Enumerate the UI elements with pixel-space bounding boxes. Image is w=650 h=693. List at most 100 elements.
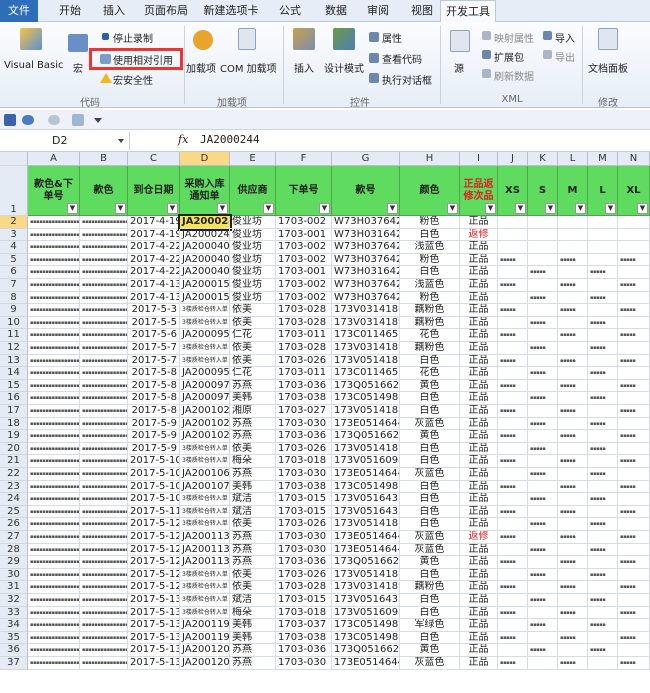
size-cell[interactable]: ▪▪▪▪▪ [528,568,558,582]
cell-i[interactable]: 正品 [460,556,498,569]
size-cell[interactable] [618,442,650,456]
expansion-button[interactable]: 扩展包 [494,49,524,64]
cell-d[interactable]: JA2000973 [180,392,230,405]
tab-6[interactable]: 数据 [318,0,354,22]
cell-a[interactable]: ▪▪▪▪▪▪▪▪▪▪▪▪▪▪▪▪▪▪ [28,531,80,544]
size-cell[interactable] [498,543,528,557]
cell-b[interactable]: ▪▪▪▪▪▪▪▪▪▪▪▪▪▪▪▪ [80,531,128,544]
size-cell[interactable] [528,556,558,569]
row-header[interactable]: 20 [0,442,28,456]
size-cell[interactable] [588,455,618,468]
size-cell[interactable]: ▪▪▪▪▪ [558,354,588,368]
select-all-corner[interactable] [0,152,28,166]
size-cell[interactable] [618,644,650,657]
worksheet-grid[interactable]: A B C D E F G H I J K L M N 1 款色&下单号 ▼ 款色 ▼ 到仓日期 ▼ 采购入库通知单 ▼ 供应… [0,152,650,693]
refresh-button[interactable]: 刷新数据 [494,68,534,83]
cell-d[interactable]: JA2000244 [178,214,232,231]
cell-b[interactable]: ▪▪▪▪▪▪▪▪▪▪▪▪▪▪▪▪ [80,379,128,393]
size-cell[interactable] [558,518,588,531]
cell-g[interactable]: 173V0516432 [332,594,400,607]
cell-i[interactable]: 返修 [460,228,498,242]
tab-9[interactable]: 开发工具 [440,0,496,23]
cell-f[interactable]: 1703-038 [276,480,332,494]
cell-e[interactable]: 斌洁 [230,493,276,506]
cell-c[interactable]: 2017-5-12 [128,568,180,582]
size-cell[interactable]: ▪▪▪▪▪ [528,367,558,380]
size-cell[interactable]: ▪▪▪▪▪ [528,619,558,632]
column-header-N[interactable]: N [618,152,650,166]
row-header[interactable]: 33 [0,606,28,620]
size-cell[interactable] [498,442,528,456]
design-mode-button[interactable]: 设计模式 [324,60,364,75]
size-cell[interactable] [528,531,558,544]
cell-g[interactable]: 173E0514644 [332,543,400,557]
size-cell[interactable]: ▪▪▪▪▪ [558,657,588,670]
visual-basic-button[interactable]: Visual Basic [4,60,64,71]
cell-a[interactable]: ▪▪▪▪▪▪▪▪▪▪▪▪▪▪▪▪▪▪ [28,644,80,657]
cell-b[interactable]: ▪▪▪▪▪▪▪▪▪▪▪▪▪▪▪▪ [80,405,128,418]
size-cell[interactable]: ▪▪▪▪▪ [528,316,558,330]
tab-0[interactable]: 文件 [0,0,38,22]
column-header-G[interactable]: G [332,152,400,166]
row-header[interactable]: 15 [0,379,28,393]
size-cell[interactable]: ▪▪▪▪▪ [588,468,618,481]
cell-h[interactable]: 藕粉色 [400,342,460,355]
cell-b[interactable]: ▪▪▪▪▪▪▪▪▪▪▪▪▪▪▪▪ [80,505,128,519]
cell-a[interactable]: ▪▪▪▪▪▪▪▪▪▪▪▪▪▪▪▪▪▪ [28,266,80,279]
cell-f[interactable]: 1703-001 [276,266,332,279]
cell-c[interactable]: 2017-4-19 [128,228,180,242]
tab-5[interactable]: 公式 [270,0,310,22]
cell-i[interactable]: 正品 [460,216,498,229]
cell-c[interactable]: 2017-5-10 [128,480,180,494]
cell-b[interactable]: ▪▪▪▪▪▪▪▪▪▪▪▪▪▪▪▪ [80,279,128,292]
size-cell[interactable]: ▪▪▪▪▪ [558,455,588,468]
cell-f[interactable]: 1703-036 [276,430,332,443]
cell-a[interactable]: ▪▪▪▪▪▪▪▪▪▪▪▪▪▪▪▪▪▪ [28,379,80,393]
cell-i[interactable]: 正品 [460,594,498,607]
row-header[interactable]: 16 [0,392,28,405]
cell-a[interactable]: ▪▪▪▪▪▪▪▪▪▪▪▪▪▪▪▪▪▪ [28,631,80,645]
cell-h[interactable]: 白色 [400,442,460,456]
cell-h[interactable]: 黄色 [400,430,460,443]
print-preview-icon[interactable] [72,114,84,126]
cell-g[interactable]: 173V0516432 [332,493,400,506]
cell-e[interactable]: 仁花 [230,329,276,342]
column-header-H[interactable]: H [400,152,460,166]
column-header-B[interactable]: B [80,152,128,166]
size-cell[interactable] [528,480,558,494]
column-header-C[interactable]: C [128,152,180,166]
size-cell[interactable] [588,228,618,242]
size-cell[interactable] [618,518,650,531]
cell-f[interactable]: 1703-018 [276,455,332,468]
cell-a[interactable]: ▪▪▪▪▪▪▪▪▪▪▪▪▪▪▪▪▪▪ [28,619,80,632]
row-header[interactable]: 32 [0,594,28,607]
cell-e[interactable]: 苏燕 [230,430,276,443]
size-cell[interactable]: ▪▪▪▪▪ [498,657,528,670]
size-cell[interactable]: ▪▪▪▪▪ [498,253,528,267]
cell-e[interactable]: 俊业坊 [230,228,276,242]
cell-d[interactable]: JA2001139 [180,531,230,544]
column-header-E[interactable]: E [230,152,276,166]
cell-c[interactable]: 2017-5-12 [128,543,180,557]
size-cell[interactable] [498,468,528,481]
doc-panel-button[interactable]: 文档面板 [588,60,628,75]
row-header[interactable]: 19 [0,430,28,443]
filter-dropdown-icon[interactable]: ▼ [485,203,496,214]
size-cell[interactable]: ▪▪▪▪▪ [618,329,650,342]
cell-b[interactable]: ▪▪▪▪▪▪▪▪▪▪▪▪▪▪▪▪ [80,606,128,620]
cell-d[interactable]: 3楼质检仓转入单 [180,493,230,506]
cell-h[interactable]: 白色 [400,505,460,519]
cell-c[interactable]: 2017-4-22 [128,266,180,279]
cell-e[interactable]: 苏燕 [230,379,276,393]
tab-7[interactable]: 审阅 [360,0,396,22]
size-cell[interactable] [558,468,588,481]
cell-i[interactable]: 正品 [460,543,498,557]
cell-h[interactable]: 灰蓝色 [400,657,460,670]
column-header-L[interactable]: L [558,152,588,166]
size-cell[interactable] [588,480,618,494]
cell-h[interactable]: 花色 [400,367,460,380]
insert-control-button[interactable]: 插入 [294,60,314,75]
cell-c[interactable]: 2017-5-13 [128,594,180,607]
cell-f[interactable]: 1703-001 [276,228,332,242]
view-code-button[interactable]: 查看代码 [382,51,422,66]
